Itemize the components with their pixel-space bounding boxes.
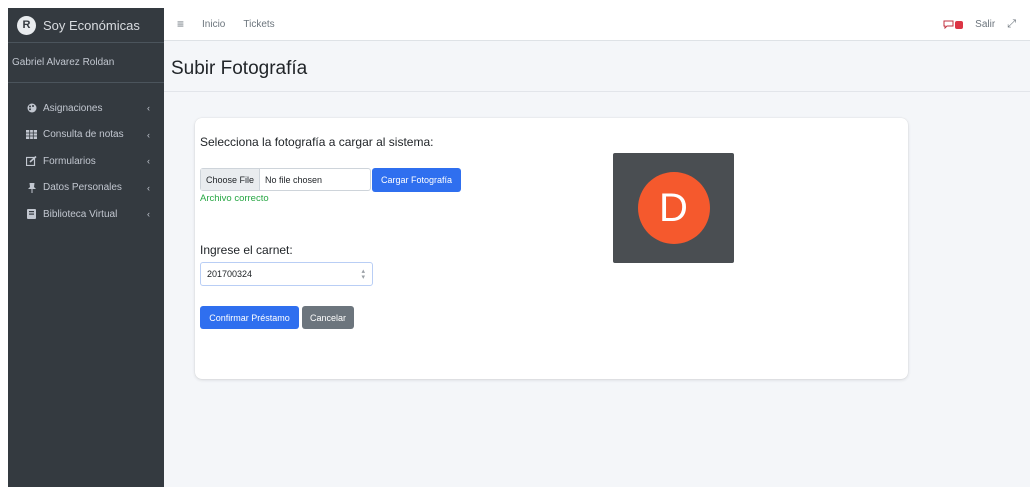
- nav-link-inicio[interactable]: Inicio: [202, 19, 225, 30]
- user-panel[interactable]: Gabriel Alvarez Roldan: [8, 43, 164, 83]
- carnet-input[interactable]: 201700324 ▴ ▾: [200, 262, 373, 286]
- sidebar-item-formularios[interactable]: Formularios ‹: [8, 148, 164, 175]
- edit-icon: [26, 156, 37, 167]
- palette-icon: [26, 103, 37, 113]
- sidebar-item-label: Datos Personales: [43, 182, 122, 194]
- number-spinner-icon[interactable]: ▴ ▾: [361, 268, 365, 281]
- sidebar-item-label: Formularios: [43, 155, 96, 167]
- sidebar: R Soy Económicas Gabriel Alvarez Roldan …: [8, 8, 164, 487]
- messages-button[interactable]: [943, 20, 964, 29]
- pushpin-icon: [26, 182, 37, 193]
- sidebar-item-label: Asignaciones: [43, 102, 103, 114]
- choose-file-button[interactable]: Choose File: [201, 169, 261, 190]
- page-title: Subir Fotografía: [171, 58, 308, 79]
- navbar-right: Salir ⤢: [943, 8, 1016, 41]
- chevron-left-icon: ‹: [147, 129, 150, 140]
- valid-feedback: Archivo correcto: [200, 193, 269, 204]
- user-name: Gabriel Alvarez Roldan: [12, 57, 115, 68]
- book-icon: [26, 209, 37, 220]
- sidebar-item-label: Biblioteca Virtual: [43, 208, 118, 220]
- header-divider: [164, 91, 1030, 92]
- sidebar-item-biblioteca-virtual[interactable]: Biblioteca Virtual ‹: [8, 201, 164, 228]
- chevron-left-icon: ‹: [147, 182, 150, 193]
- nav-link-tickets[interactable]: Tickets: [243, 19, 274, 30]
- upload-photo-button[interactable]: Cargar Fotografía: [372, 168, 461, 192]
- table-icon: [26, 130, 37, 140]
- chat-icon: [943, 20, 954, 29]
- file-input[interactable]: Choose File No file chosen: [200, 168, 371, 191]
- confirm-loan-button[interactable]: Confirmar Préstamo: [200, 306, 299, 329]
- photo-label: Selecciona la fotografía a cargar al sis…: [200, 135, 434, 149]
- sidebar-nav: Asignaciones ‹ Consulta de notas ‹ Formu…: [8, 83, 164, 228]
- top-navbar: ≡ Inicio Tickets Salir ⤢: [164, 8, 1030, 41]
- hamburger-menu-icon[interactable]: ≡: [177, 17, 184, 31]
- sidebar-item-datos-personales[interactable]: Datos Personales ‹: [8, 175, 164, 202]
- brand-name: Soy Económicas: [43, 17, 140, 33]
- cancel-button[interactable]: Cancelar: [302, 306, 354, 329]
- chevron-left-icon: ‹: [147, 156, 150, 167]
- logout-link[interactable]: Salir: [975, 19, 995, 30]
- notification-badge: [955, 20, 964, 29]
- sidebar-item-label: Consulta de notas: [43, 129, 124, 141]
- chevron-left-icon: ‹: [147, 209, 150, 220]
- fullscreen-icon[interactable]: ⤢: [1007, 18, 1016, 31]
- chevron-left-icon: ‹: [147, 103, 150, 114]
- carnet-value: 201700324: [207, 269, 253, 279]
- carnet-label: Ingrese el carnet:: [200, 243, 293, 257]
- photo-preview: D: [613, 153, 734, 263]
- avatar: D: [637, 172, 710, 244]
- brand-logo-icon: R: [17, 15, 36, 35]
- brand-link[interactable]: R Soy Económicas: [8, 8, 164, 43]
- sidebar-item-consulta-notas[interactable]: Consulta de notas ‹: [8, 122, 164, 149]
- content-wrapper: Subir Fotografía Selecciona la fotografí…: [164, 41, 1030, 487]
- app-frame: R Soy Económicas Gabriel Alvarez Roldan …: [8, 8, 1030, 487]
- file-status: No file chosen: [265, 174, 323, 185]
- sidebar-item-asignaciones[interactable]: Asignaciones ‹: [8, 95, 164, 122]
- upload-card: Selecciona la fotografía a cargar al sis…: [195, 118, 908, 379]
